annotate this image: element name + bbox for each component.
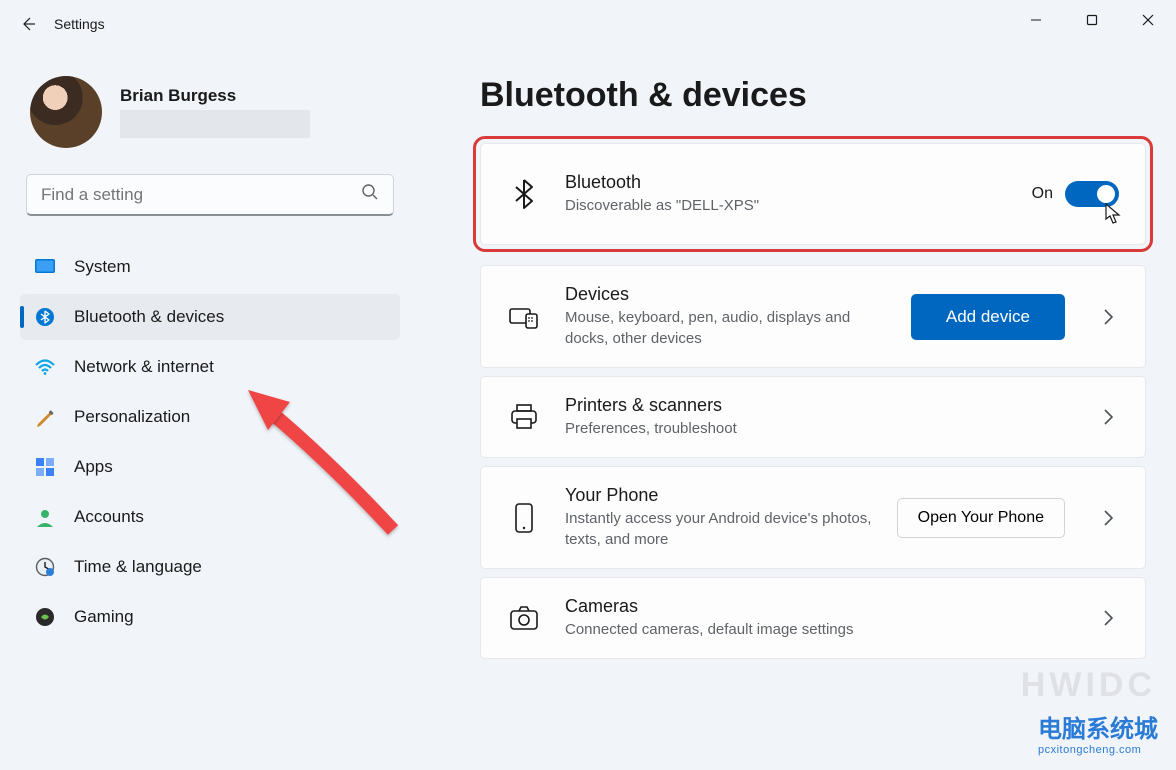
sidebar-item-gaming[interactable]: Gaming	[20, 594, 400, 640]
camera-icon	[507, 601, 541, 635]
open-your-phone-button[interactable]: Open Your Phone	[897, 498, 1065, 538]
watermark-url: pcxitongcheng.com	[1038, 744, 1158, 756]
sidebar-item-bluetooth-devices[interactable]: Bluetooth & devices	[20, 294, 400, 340]
titlebar: Settings	[0, 0, 1176, 48]
sidebar-item-time-language[interactable]: Time & language	[20, 544, 400, 590]
bluetooth-card: Bluetooth Discoverable as "DELL-XPS" On	[480, 143, 1146, 245]
card-subtitle: Discoverable as "DELL-XPS"	[565, 195, 1008, 216]
nav-list: System Bluetooth & devices Network & int…	[20, 244, 400, 640]
toggle-label: On	[1032, 185, 1053, 203]
chevron-right-icon	[1097, 409, 1119, 425]
search-box[interactable]	[26, 174, 394, 216]
avatar	[30, 76, 102, 148]
add-device-button[interactable]: Add device	[911, 294, 1065, 340]
card-subtitle: Connected cameras, default image setting…	[565, 619, 1065, 640]
close-button[interactable]	[1120, 0, 1176, 40]
watermark-brand-text: 电脑系统城	[1038, 716, 1158, 743]
window-controls	[1008, 0, 1176, 40]
card-subtitle: Preferences, troubleshoot	[565, 418, 1065, 439]
sidebar-item-personalization[interactable]: Personalization	[20, 394, 400, 440]
chevron-right-icon	[1097, 309, 1119, 325]
apps-icon	[34, 456, 56, 478]
sidebar-item-label: Bluetooth & devices	[74, 307, 224, 327]
printers-card[interactable]: Printers & scanners Preferences, trouble…	[480, 376, 1146, 458]
sidebar: Brian Burgess System Bluetooth & devices…	[0, 48, 420, 770]
sidebar-item-label: Apps	[74, 457, 113, 477]
devices-card[interactable]: Devices Mouse, keyboard, pen, audio, dis…	[480, 265, 1146, 368]
bluetooth-toggle[interactable]	[1065, 181, 1119, 207]
sidebar-item-system[interactable]: System	[20, 244, 400, 290]
chevron-right-icon	[1097, 610, 1119, 626]
accounts-icon	[34, 506, 56, 528]
main-content: Bluetooth & devices Bluetooth Discoverab…	[420, 48, 1176, 770]
minimize-button[interactable]	[1008, 0, 1064, 40]
system-icon	[34, 256, 56, 278]
sidebar-item-label: Network & internet	[74, 357, 214, 377]
printer-icon	[507, 400, 541, 434]
page-title: Bluetooth & devices	[480, 76, 1146, 115]
time-language-icon	[34, 556, 56, 578]
profile-section[interactable]: Brian Burgess	[30, 76, 400, 148]
card-title: Cameras	[565, 596, 1065, 617]
maximize-button[interactable]	[1064, 0, 1120, 40]
back-button[interactable]	[8, 4, 48, 44]
sidebar-item-apps[interactable]: Apps	[20, 444, 400, 490]
sidebar-item-label: System	[74, 257, 131, 277]
profile-detail-redacted	[120, 110, 310, 138]
devices-icon	[507, 300, 541, 334]
card-subtitle: Instantly access your Android device's p…	[565, 508, 873, 550]
sidebar-item-network[interactable]: Network & internet	[20, 344, 400, 390]
card-title: Printers & scanners	[565, 395, 1065, 416]
search-icon	[361, 183, 379, 206]
profile-name: Brian Burgess	[120, 86, 310, 106]
window-title: Settings	[54, 16, 105, 32]
bluetooth-icon	[507, 177, 541, 211]
card-title: Bluetooth	[565, 172, 1008, 193]
bluetooth-toggle-group: On	[1032, 181, 1119, 207]
watermark-brand: 电脑系统城 pcxitongcheng.com	[1038, 709, 1158, 756]
sidebar-item-label: Accounts	[74, 507, 144, 527]
chevron-right-icon	[1097, 510, 1119, 526]
gaming-icon	[34, 606, 56, 628]
your-phone-card[interactable]: Your Phone Instantly access your Android…	[480, 466, 1146, 569]
bluetooth-icon	[34, 306, 56, 328]
sidebar-item-accounts[interactable]: Accounts	[20, 494, 400, 540]
card-subtitle: Mouse, keyboard, pen, audio, displays an…	[565, 307, 887, 349]
cameras-card[interactable]: Cameras Connected cameras, default image…	[480, 577, 1146, 659]
personalization-icon	[34, 406, 56, 428]
sidebar-item-label: Time & language	[74, 557, 202, 577]
sidebar-item-label: Personalization	[74, 407, 190, 427]
wifi-icon	[34, 356, 56, 378]
watermark-faded: HWIDC	[1021, 666, 1156, 705]
card-title: Your Phone	[565, 485, 873, 506]
sidebar-item-label: Gaming	[74, 607, 134, 627]
phone-icon	[507, 501, 541, 535]
card-title: Devices	[565, 284, 887, 305]
search-input[interactable]	[41, 185, 361, 205]
